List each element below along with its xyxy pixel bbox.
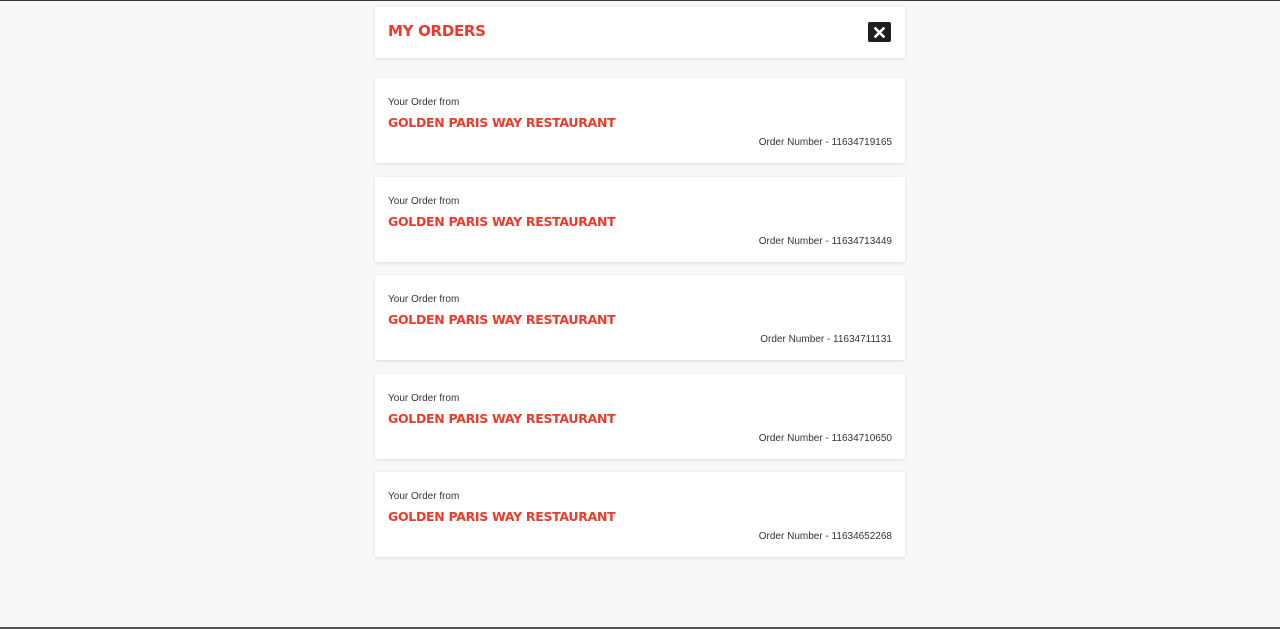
page-title: MY ORDERS [388, 22, 486, 40]
orders-header: MY ORDERS [375, 7, 905, 58]
order-from-label: Your Order from [388, 97, 460, 108]
close-button[interactable] [868, 22, 891, 42]
order-number: Order Number - 11634713449 [758, 235, 892, 247]
order-card[interactable]: Your Order from GOLDEN PARIS WAY RESTAUR… [375, 472, 905, 557]
orders-panel: MY ORDERS Your Order from GOLDEN PARIS W… [375, 7, 905, 557]
order-from-label: Your Order from [388, 491, 460, 502]
restaurant-name: GOLDEN PARIS WAY RESTAURANT [388, 312, 616, 327]
order-from-label: Your Order from [388, 294, 460, 305]
restaurant-name: GOLDEN PARIS WAY RESTAURANT [388, 410, 616, 426]
order-number: Order Number - 11634652268 [758, 531, 892, 542]
restaurant-name: GOLDEN PARIS WAY RESTAURANT [388, 509, 616, 524]
order-number: Order Number - 11634710650 [758, 432, 892, 444]
order-from-label: Your Order from [388, 392, 460, 404]
order-from-label: Your Order from [388, 195, 460, 207]
order-number: Order Number - 11634711131 [760, 334, 892, 345]
order-card[interactable]: Your Order from GOLDEN PARIS WAY RESTAUR… [375, 78, 905, 163]
order-card[interactable]: Your Order from GOLDEN PARIS WAY RESTAUR… [375, 176, 905, 262]
order-number: Order Number - 11634719165 [758, 137, 892, 148]
order-card[interactable]: Your Order from GOLDEN PARIS WAY RESTAUR… [375, 275, 905, 360]
close-x-icon [874, 26, 885, 38]
top-border [0, 0, 1280, 1]
order-card[interactable]: Your Order from GOLDEN PARIS WAY RESTAUR… [375, 373, 905, 459]
restaurant-name: GOLDEN PARIS WAY RESTAURANT [388, 213, 616, 229]
restaurant-name: GOLDEN PARIS WAY RESTAURANT [388, 115, 616, 130]
